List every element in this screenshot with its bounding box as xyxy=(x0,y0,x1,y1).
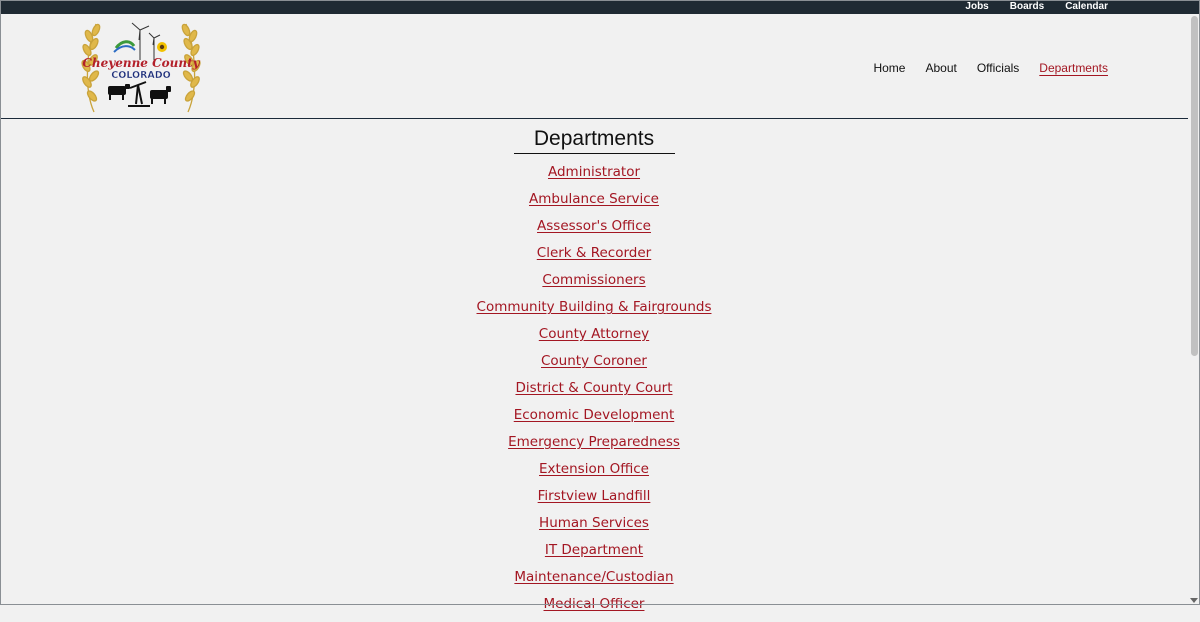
scroll-down-arrow-icon[interactable] xyxy=(1190,598,1198,603)
list-item: Firstview Landfill xyxy=(0,487,1188,514)
list-item: County Attorney xyxy=(0,325,1188,352)
main-navigation: Home About Officials Departments xyxy=(873,60,1108,76)
list-item: Extension Office xyxy=(0,460,1188,487)
dept-link-clerk-recorder[interactable]: Clerk & Recorder xyxy=(537,245,651,261)
wind-turbine-icon xyxy=(131,22,161,60)
list-item: Emergency Preparedness xyxy=(0,433,1188,460)
list-item: District & County Court xyxy=(0,379,1188,406)
list-item: County Coroner xyxy=(0,352,1188,379)
dept-link-ambulance-service[interactable]: Ambulance Service xyxy=(529,191,659,207)
nav-departments[interactable]: Departments xyxy=(1039,60,1108,76)
county-logo[interactable]: Cheyenne County COLORADO xyxy=(80,20,202,114)
top-link-boards[interactable]: Boards xyxy=(1010,0,1044,14)
list-item: Administrator xyxy=(0,163,1188,190)
scrollbar-thumb[interactable] xyxy=(1191,16,1198,356)
dept-link-medical-officer[interactable]: Medical Officer xyxy=(544,596,645,612)
top-utility-bar: Jobs Boards Calendar xyxy=(0,0,1200,14)
dept-link-emergency-preparedness[interactable]: Emergency Preparedness xyxy=(508,434,680,450)
list-item: Clerk & Recorder xyxy=(0,244,1188,271)
nav-officials[interactable]: Officials xyxy=(977,60,1019,76)
svg-text:COLORADO: COLORADO xyxy=(111,70,170,81)
list-item: Human Services xyxy=(0,514,1188,541)
nav-home[interactable]: Home xyxy=(873,60,905,76)
sunflower-icon xyxy=(157,42,167,52)
title-underline xyxy=(514,153,675,154)
dept-link-it-department[interactable]: IT Department xyxy=(545,542,643,558)
dept-link-administrator[interactable]: Administrator xyxy=(548,164,640,180)
dept-link-firstview-landfill[interactable]: Firstview Landfill xyxy=(538,488,651,504)
page-title: Departments xyxy=(533,127,655,150)
list-item: Maintenance/Custodian xyxy=(0,568,1188,595)
dept-link-assessors-office[interactable]: Assessor's Office xyxy=(537,218,651,234)
dept-link-county-attorney[interactable]: County Attorney xyxy=(539,326,649,342)
list-item: IT Department xyxy=(0,541,1188,568)
list-item: Ambulance Service xyxy=(0,190,1188,217)
dept-link-community-building[interactable]: Community Building & Fairgrounds xyxy=(477,299,712,315)
dept-link-extension-office[interactable]: Extension Office xyxy=(539,461,649,477)
list-item: Commissioners xyxy=(0,271,1188,298)
svg-text:Cheyenne County: Cheyenne County xyxy=(82,56,200,70)
dept-link-commissioners[interactable]: Commissioners xyxy=(542,272,645,288)
dept-link-economic-development[interactable]: Economic Development xyxy=(514,407,675,423)
dept-link-district-county-court[interactable]: District & County Court xyxy=(515,380,672,396)
list-item: Community Building & Fairgrounds xyxy=(0,298,1188,325)
departments-list: Administrator Ambulance Service Assessor… xyxy=(0,163,1188,622)
nav-about[interactable]: About xyxy=(925,60,956,76)
top-utility-links: Jobs Boards Calendar xyxy=(965,0,1108,14)
dept-link-maintenance-custodian[interactable]: Maintenance/Custodian xyxy=(514,569,673,585)
top-link-calendar[interactable]: Calendar xyxy=(1065,0,1108,14)
list-item: Economic Development xyxy=(0,406,1188,433)
list-item: Medical Officer xyxy=(0,595,1188,622)
oil-pump-icon xyxy=(128,81,150,107)
list-item: Assessor's Office xyxy=(0,217,1188,244)
main-content: Departments Administrator Ambulance Serv… xyxy=(0,119,1188,612)
dept-link-human-services[interactable]: Human Services xyxy=(539,515,649,531)
top-link-jobs[interactable]: Jobs xyxy=(965,0,988,14)
dept-link-county-coroner[interactable]: County Coroner xyxy=(541,353,647,369)
